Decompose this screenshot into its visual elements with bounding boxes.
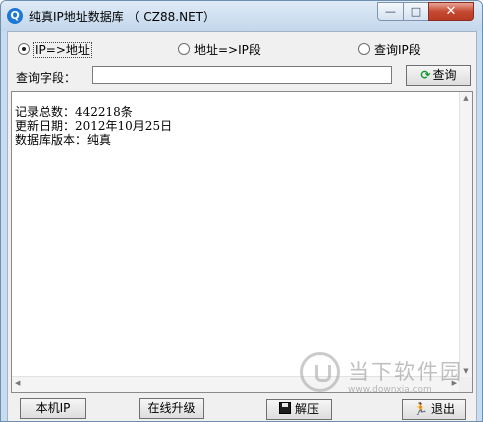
maximize-button[interactable]: □ <box>403 2 429 21</box>
radio-indicator <box>358 43 370 55</box>
update-date-line: 更新日期：2012年10月25日 <box>15 119 173 133</box>
query-button-label: 查询 <box>432 68 457 82</box>
database-version-line: 数据库版本：纯真 <box>15 133 112 147</box>
scroll-left-icon[interactable]: ◀ <box>15 379 20 387</box>
watermark-logo-icon <box>300 352 340 392</box>
result-text: 记录总数：442218条 更新日期：2012年10月25日 数据库版本：纯真 <box>15 105 172 147</box>
radio-label: 查询IP段 <box>374 43 421 57</box>
online-upgrade-button[interactable]: 在线升级 <box>139 398 204 419</box>
radio-indicator <box>18 43 30 55</box>
minimize-icon: — <box>385 5 396 18</box>
floppy-disk-icon <box>278 402 291 414</box>
result-textarea[interactable]: 记录总数：442218条 更新日期：2012年10月25日 数据库版本：纯真 ▲… <box>11 91 473 393</box>
maximize-icon: □ <box>410 5 422 18</box>
minimize-button[interactable]: — <box>377 2 404 21</box>
refresh-icon: ⟳ <box>420 68 431 82</box>
record-count-line: 记录总数：442218条 <box>15 105 133 119</box>
radio-label: 地址=>IP段 <box>194 43 261 57</box>
close-icon: ✕ <box>445 4 457 19</box>
query-button[interactable]: ⟳ 查询 <box>406 65 471 86</box>
close-button[interactable]: ✕ <box>428 2 474 21</box>
radio-label: IP=>地址 <box>33 42 92 58</box>
radio-query-ip-range[interactable]: 查询IP段 <box>358 41 421 57</box>
watermark: 当下软件园 www.downxia.com <box>300 352 481 422</box>
radio-ip-to-address[interactable]: IP=>地址 <box>18 41 92 58</box>
title-bar[interactable]: Q 纯真IP地址数据库 （ CZ88.NET） — □ ✕ <box>1 1 482 31</box>
app-logo-icon: Q <box>7 8 23 24</box>
query-field-label: 查询字段： <box>16 71 77 85</box>
radio-address-to-ip-range[interactable]: 地址=>IP段 <box>178 41 261 57</box>
local-ip-button[interactable]: 本机IP <box>20 398 86 419</box>
vertical-scrollbar[interactable]: ▲ ▼ <box>459 92 472 377</box>
scroll-up-icon[interactable]: ▲ <box>460 94 472 102</box>
watermark-url: www.downxia.com <box>348 385 432 395</box>
query-input[interactable] <box>92 66 392 84</box>
window-title: 纯真IP地址数据库 （ CZ88.NET） <box>29 10 215 24</box>
radio-indicator <box>178 43 190 55</box>
watermark-text: 当下软件园 <box>348 360 463 384</box>
